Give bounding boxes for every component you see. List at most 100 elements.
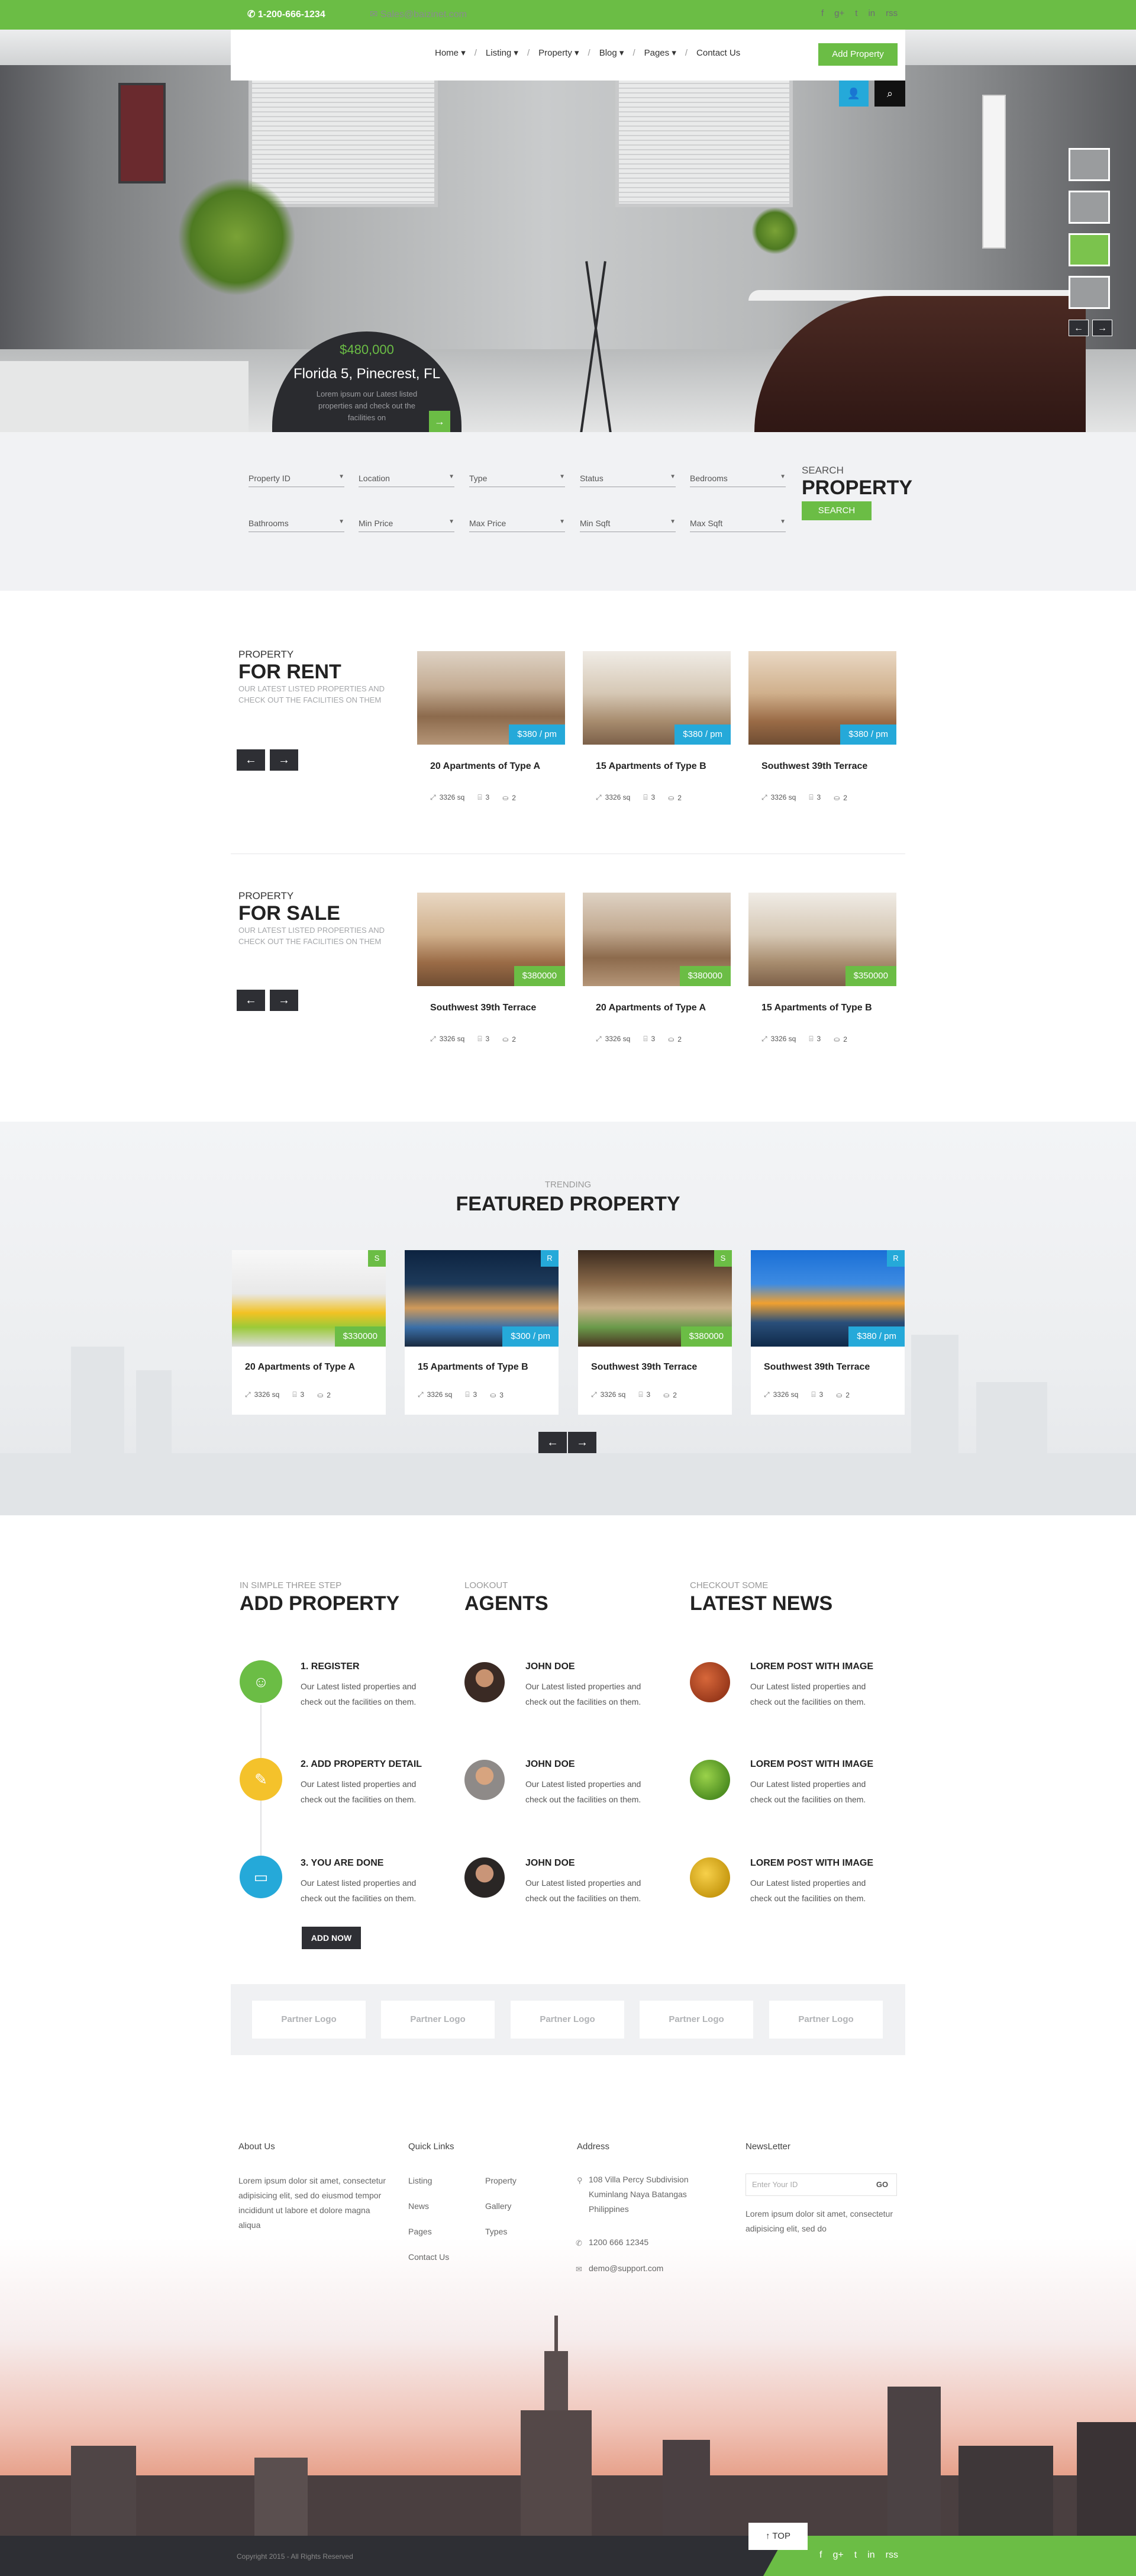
- partner-logo[interactable]: Partner Logo: [769, 2001, 883, 2039]
- sale-card[interactable]: $380000 20 Apartments of Type A ⤢ 3326 sq…: [583, 893, 731, 1044]
- featured-prev-icon[interactable]: ←: [538, 1432, 567, 1453]
- status-select[interactable]: Status ▼: [580, 474, 676, 487]
- footer-link[interactable]: Gallery: [485, 2199, 511, 2214]
- news-item-title[interactable]: LOREM POST WITH IMAGE: [750, 1759, 873, 1770]
- max-price-select[interactable]: Max Price ▼: [469, 519, 565, 532]
- avatar[interactable]: [464, 1857, 505, 1898]
- sale-next-icon[interactable]: →: [270, 990, 298, 1011]
- hero-arrow-icon[interactable]: →: [429, 411, 450, 432]
- card-title[interactable]: 15 Apartments of Type B: [405, 1362, 559, 1373]
- news-item-title[interactable]: LOREM POST WITH IMAGE: [750, 1858, 873, 1869]
- news-thumb[interactable]: [690, 1662, 730, 1702]
- card-title[interactable]: Southwest 39th Terrace: [578, 1362, 732, 1373]
- footer-link[interactable]: Listing: [408, 2174, 432, 2188]
- city-skyline-image: [0, 2237, 1136, 2576]
- rss-icon[interactable]: rss: [886, 8, 898, 18]
- featured-card[interactable]: S $330000 20 Apartments of Type A ⤢ 3326 s…: [232, 1250, 386, 1415]
- footer-link[interactable]: Property: [485, 2174, 517, 2188]
- footer-link[interactable]: Pages: [408, 2224, 432, 2239]
- partner-logo[interactable]: Partner Logo: [640, 2001, 753, 2039]
- bed-icon: ⌸: [477, 793, 482, 801]
- property-id-select[interactable]: Property ID ▼: [248, 474, 344, 487]
- featured-card[interactable]: R $300 / pm 15 Apartments of Type B ⤢ 3326…: [405, 1250, 559, 1415]
- hero-title[interactable]: Florida 5, Pinecrest, FL: [272, 366, 462, 382]
- nav-listing[interactable]: Listing ▾: [477, 47, 527, 58]
- nav-contact[interactable]: Contact Us: [688, 48, 749, 58]
- nav-blog[interactable]: Blog ▾: [590, 47, 633, 58]
- partner-logo[interactable]: Partner Logo: [381, 2001, 495, 2039]
- linkedin-icon[interactable]: in: [868, 8, 875, 18]
- rent-card[interactable]: $380 / pm Southwest 39th Terrace ⤢ 3326 s…: [748, 651, 896, 802]
- google-plus-icon[interactable]: g+: [832, 2550, 843, 2561]
- card-title[interactable]: Southwest 39th Terrace: [748, 761, 896, 772]
- agent-name[interactable]: JOHN DOE: [525, 1858, 575, 1869]
- footer-link[interactable]: News: [408, 2199, 429, 2214]
- card-title[interactable]: 15 Apartments of Type B: [748, 1003, 896, 1013]
- newsletter-go-button[interactable]: GO: [867, 2174, 897, 2196]
- back-to-top-button[interactable]: ↑ TOP: [748, 2523, 808, 2550]
- agent-name[interactable]: JOHN DOE: [525, 1759, 575, 1770]
- min-sqft-select[interactable]: Min Sqft ▼: [580, 519, 676, 532]
- card-title[interactable]: Southwest 39th Terrace: [417, 1003, 565, 1013]
- detail-icon: ✎: [240, 1758, 282, 1801]
- facebook-icon[interactable]: f: [821, 8, 824, 18]
- partner-logo[interactable]: Partner Logo: [252, 2001, 366, 2039]
- news-thumb[interactable]: [690, 1760, 730, 1800]
- card-title[interactable]: 20 Apartments of Type A: [417, 761, 565, 772]
- top-email[interactable]: ✉ Sales@baizinet.com: [370, 8, 467, 20]
- facebook-icon[interactable]: f: [819, 2550, 822, 2561]
- nav-property[interactable]: Property ▾: [530, 47, 588, 58]
- card-title[interactable]: 15 Apartments of Type B: [583, 761, 731, 772]
- rss-icon[interactable]: rss: [886, 2550, 898, 2561]
- featured-card[interactable]: R $380 / pm Southwest 39th Terrace ⤢ 3326 …: [751, 1250, 905, 1415]
- nav-pages[interactable]: Pages ▾: [635, 47, 685, 58]
- agent-name[interactable]: JOHN DOE: [525, 1661, 575, 1672]
- news-item-title[interactable]: LOREM POST WITH IMAGE: [750, 1661, 873, 1672]
- featured-card[interactable]: S $380000 Southwest 39th Terrace ⤢ 3326 sq…: [578, 1250, 732, 1415]
- laptop-icon: ▭: [240, 1856, 282, 1898]
- slider-thumb-active[interactable]: [1069, 233, 1110, 266]
- search-section: [0, 432, 1136, 591]
- featured-title: FEATURED PROPERTY: [456, 1193, 680, 1215]
- linkedin-icon[interactable]: in: [867, 2550, 874, 2561]
- rent-next-icon[interactable]: →: [270, 749, 298, 771]
- slider-thumb[interactable]: [1069, 191, 1110, 224]
- google-plus-icon[interactable]: g+: [834, 8, 844, 18]
- card-title[interactable]: Southwest 39th Terrace: [751, 1362, 905, 1373]
- type-select[interactable]: Type ▼: [469, 474, 565, 487]
- footer-link[interactable]: Contact Us: [408, 2250, 449, 2265]
- user-icon[interactable]: 👤: [839, 80, 869, 107]
- news-thumb[interactable]: [690, 1857, 730, 1898]
- rent-card[interactable]: $380 / pm 15 Apartments of Type B ⤢ 3326 …: [583, 651, 731, 802]
- add-now-button[interactable]: ADD NOW: [302, 1927, 361, 1949]
- rent-card[interactable]: $380 / pm 20 Apartments of Type A ⤢ 3326 …: [417, 651, 565, 802]
- bathrooms-select[interactable]: Bathrooms ▼: [248, 519, 344, 532]
- featured-next-icon[interactable]: →: [568, 1432, 596, 1453]
- twitter-icon[interactable]: t: [855, 8, 857, 18]
- sale-card[interactable]: $380000 Southwest 39th Terrace ⤢ 3326 sq …: [417, 893, 565, 1044]
- twitter-icon[interactable]: t: [854, 2550, 857, 2561]
- max-sqft-select[interactable]: Max Sqft ▼: [690, 519, 786, 532]
- sale-card[interactable]: $350000 15 Apartments of Type B ⤢ 3326 sq…: [748, 893, 896, 1044]
- location-select[interactable]: Location ▼: [359, 474, 454, 487]
- top-phone[interactable]: ✆ 1-200-666-1234: [247, 8, 325, 20]
- slider-prev-icon[interactable]: ←: [1069, 320, 1089, 336]
- search-icon[interactable]: ⌕: [874, 80, 905, 107]
- bedrooms-select[interactable]: Bedrooms ▼: [690, 474, 786, 487]
- partner-logo[interactable]: Partner Logo: [511, 2001, 624, 2039]
- avatar[interactable]: [464, 1662, 505, 1702]
- min-price-select[interactable]: Min Price ▼: [359, 519, 454, 532]
- nav-home[interactable]: Home ▾: [426, 47, 475, 58]
- add-property-button[interactable]: Add Property: [818, 43, 898, 66]
- search-button[interactable]: SEARCH: [802, 501, 872, 520]
- rent-prev-icon[interactable]: ←: [237, 749, 265, 771]
- card-title[interactable]: 20 Apartments of Type A: [232, 1362, 386, 1373]
- sale-prev-icon[interactable]: ←: [237, 990, 265, 1011]
- slider-next-icon[interactable]: →: [1092, 320, 1112, 336]
- card-title[interactable]: 20 Apartments of Type A: [583, 1003, 731, 1013]
- footer-link[interactable]: Types: [485, 2224, 507, 2239]
- slider-thumb[interactable]: [1069, 276, 1110, 309]
- slider-thumb[interactable]: [1069, 148, 1110, 181]
- footer-email[interactable]: demo@support.com: [589, 2261, 663, 2276]
- avatar[interactable]: [464, 1760, 505, 1800]
